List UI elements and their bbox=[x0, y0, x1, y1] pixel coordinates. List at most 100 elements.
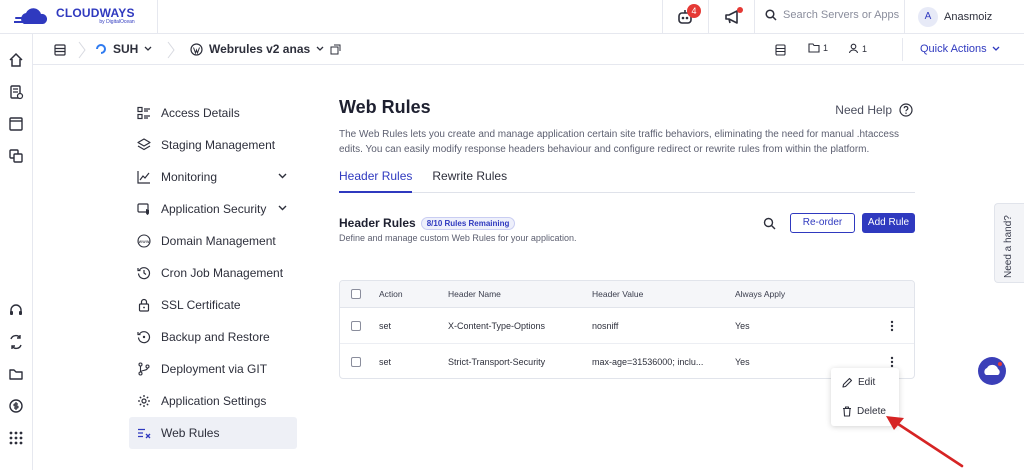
sidenav-item-backup-and-restore[interactable]: Backup and Restore bbox=[129, 321, 297, 353]
add-rule-button[interactable]: Add Rule bbox=[862, 213, 915, 233]
sidenav-item-label: Cron Job Management bbox=[161, 266, 284, 280]
sidenav-item-label: SSL Certificate bbox=[161, 298, 241, 312]
section-subtitle: Define and manage custom Web Rules for y… bbox=[339, 233, 577, 243]
sidenav-item-web-rules[interactable]: Web Rules bbox=[129, 417, 297, 449]
divider bbox=[902, 38, 903, 61]
chevron-down-icon[interactable] bbox=[278, 173, 287, 179]
page-description: The Web Rules lets you create and manage… bbox=[339, 129, 899, 155]
column-header-header-value: Header Value bbox=[592, 289, 644, 299]
menu-item-label: Edit bbox=[858, 377, 876, 388]
tab-header-rules[interactable]: Header Rules bbox=[339, 169, 413, 193]
breadcrumb: SUH Webrules v2 anas 1 1 Quick Actions bbox=[33, 34, 1024, 65]
sidenav-item-domain-management[interactable]: www Domain Management bbox=[129, 225, 297, 257]
git-icon bbox=[138, 362, 150, 376]
pencil-icon bbox=[842, 377, 853, 388]
gear-icon bbox=[138, 395, 150, 407]
annotation-arrow bbox=[886, 416, 964, 468]
sidenav-item-ssl-certificate[interactable]: SSL Certificate bbox=[129, 289, 297, 321]
folders-count[interactable]: 1 bbox=[808, 43, 828, 53]
column-header-action: Action bbox=[379, 289, 403, 299]
users-count-value: 1 bbox=[862, 43, 868, 54]
header-rules-section: Header Rules 8/10 Rules Remaining Define… bbox=[339, 213, 915, 243]
sidenav-item-monitoring[interactable]: Monitoring bbox=[129, 161, 297, 193]
folder-icon[interactable] bbox=[8, 366, 24, 382]
access-details-icon bbox=[137, 106, 150, 120]
help-circle-icon bbox=[899, 103, 913, 117]
rules-tabs: Header Rules Rewrite Rules bbox=[339, 169, 915, 193]
row-checkbox[interactable] bbox=[351, 357, 361, 367]
cloudways-logo[interactable]: CLOUDWAYS by DigitalOcean bbox=[14, 6, 135, 26]
sidenav-item-label: Backup and Restore bbox=[161, 330, 270, 344]
breadcrumb-server[interactable]: SUH bbox=[95, 42, 152, 56]
digitalocean-icon bbox=[96, 44, 106, 54]
servers-icon[interactable] bbox=[8, 84, 24, 100]
chat-launcher[interactable] bbox=[978, 357, 1006, 385]
chevron-down-icon bbox=[316, 46, 324, 51]
applications-icon[interactable] bbox=[8, 116, 24, 132]
quick-actions-button[interactable]: Quick Actions bbox=[920, 43, 1000, 55]
application-side-nav: Access Details Staging Management Monito… bbox=[129, 97, 297, 449]
search-placeholder: Search Servers or Apps bbox=[783, 9, 900, 21]
more-vertical-icon[interactable] bbox=[890, 320, 894, 332]
cell-action: set bbox=[379, 320, 392, 331]
chart-icon bbox=[137, 171, 150, 184]
cell-header-value: max-age=31536000; inclu... bbox=[592, 357, 704, 367]
backup-icon bbox=[137, 331, 151, 344]
row-checkbox[interactable] bbox=[351, 320, 361, 331]
apps-grid-icon[interactable] bbox=[8, 430, 24, 446]
tab-rewrite-rules[interactable]: Rewrite Rules bbox=[432, 169, 507, 193]
sidenav-item-label: Deployment via GIT bbox=[161, 362, 268, 376]
cell-action: set bbox=[379, 357, 392, 367]
sidenav-item-access-details[interactable]: Access Details bbox=[129, 97, 297, 129]
server-list-icon[interactable] bbox=[54, 44, 66, 56]
divider bbox=[754, 0, 755, 34]
chevron-right-icon bbox=[78, 41, 86, 59]
history-icon bbox=[137, 267, 151, 280]
global-search[interactable]: Search Servers or Apps bbox=[765, 9, 899, 21]
sidenav-item-label: Monitoring bbox=[161, 170, 218, 184]
home-icon[interactable] bbox=[8, 52, 24, 68]
web-rules-icon bbox=[138, 428, 151, 439]
breadcrumb-app[interactable]: Webrules v2 anas bbox=[190, 42, 341, 56]
notification-badge: 4 bbox=[687, 4, 701, 18]
team-icon[interactable] bbox=[8, 148, 24, 164]
need-a-hand-label: Need a hand? bbox=[1003, 215, 1014, 278]
svg-text:www: www bbox=[138, 240, 149, 245]
chevron-down-icon bbox=[992, 46, 1000, 51]
top-bar: CLOUDWAYS by DigitalOcean 4 Search Serve… bbox=[0, 0, 1024, 34]
page-title: Web Rules bbox=[339, 97, 431, 117]
select-all-checkbox[interactable] bbox=[351, 289, 361, 299]
sidenav-item-label: Domain Management bbox=[161, 234, 276, 248]
menu-item-edit[interactable]: Edit bbox=[831, 368, 899, 397]
lock-icon bbox=[138, 298, 150, 312]
table-row: set Strict-Transport-Security max-age=31… bbox=[340, 344, 914, 378]
server-list-icon[interactable] bbox=[775, 44, 786, 56]
cell-header-name: Strict-Transport-Security bbox=[448, 357, 546, 367]
search-icon[interactable] bbox=[763, 217, 776, 230]
trash-icon bbox=[843, 406, 851, 417]
sidenav-item-deployment-via-git[interactable]: Deployment via GIT bbox=[129, 353, 297, 385]
brand-name: CLOUDWAYS bbox=[56, 6, 135, 20]
sidenav-item-label: Staging Management bbox=[161, 138, 276, 152]
sidenav-item-cron-job-management[interactable]: Cron Job Management bbox=[129, 257, 297, 289]
chevron-down-icon[interactable] bbox=[278, 205, 287, 211]
more-vertical-icon[interactable] bbox=[890, 356, 894, 368]
user-menu[interactable]: A Anasmoiz bbox=[918, 7, 992, 27]
rules-remaining-badge: 8/10 Rules Remaining bbox=[420, 216, 516, 230]
migration-icon[interactable] bbox=[8, 334, 24, 350]
layers-icon bbox=[137, 138, 151, 151]
need-help-link[interactable]: Need Help bbox=[835, 103, 913, 117]
sidenav-item-application-security[interactable]: Application Security bbox=[129, 193, 297, 225]
sidenav-item-application-settings[interactable]: Application Settings bbox=[129, 385, 297, 417]
brand-sub: by DigitalOcean bbox=[99, 19, 135, 25]
external-window-icon[interactable] bbox=[330, 44, 341, 55]
sidenav-item-label: Access Details bbox=[161, 106, 240, 120]
left-rail bbox=[0, 34, 33, 470]
www-icon: www bbox=[137, 234, 151, 248]
billing-icon[interactable] bbox=[8, 398, 24, 414]
support-icon[interactable] bbox=[8, 302, 24, 318]
need-a-hand-tab[interactable]: Need a hand? bbox=[994, 203, 1024, 283]
users-count[interactable]: 1 bbox=[848, 43, 867, 54]
reorder-button[interactable]: Re-order bbox=[790, 213, 855, 233]
sidenav-item-staging-management[interactable]: Staging Management bbox=[129, 129, 297, 161]
